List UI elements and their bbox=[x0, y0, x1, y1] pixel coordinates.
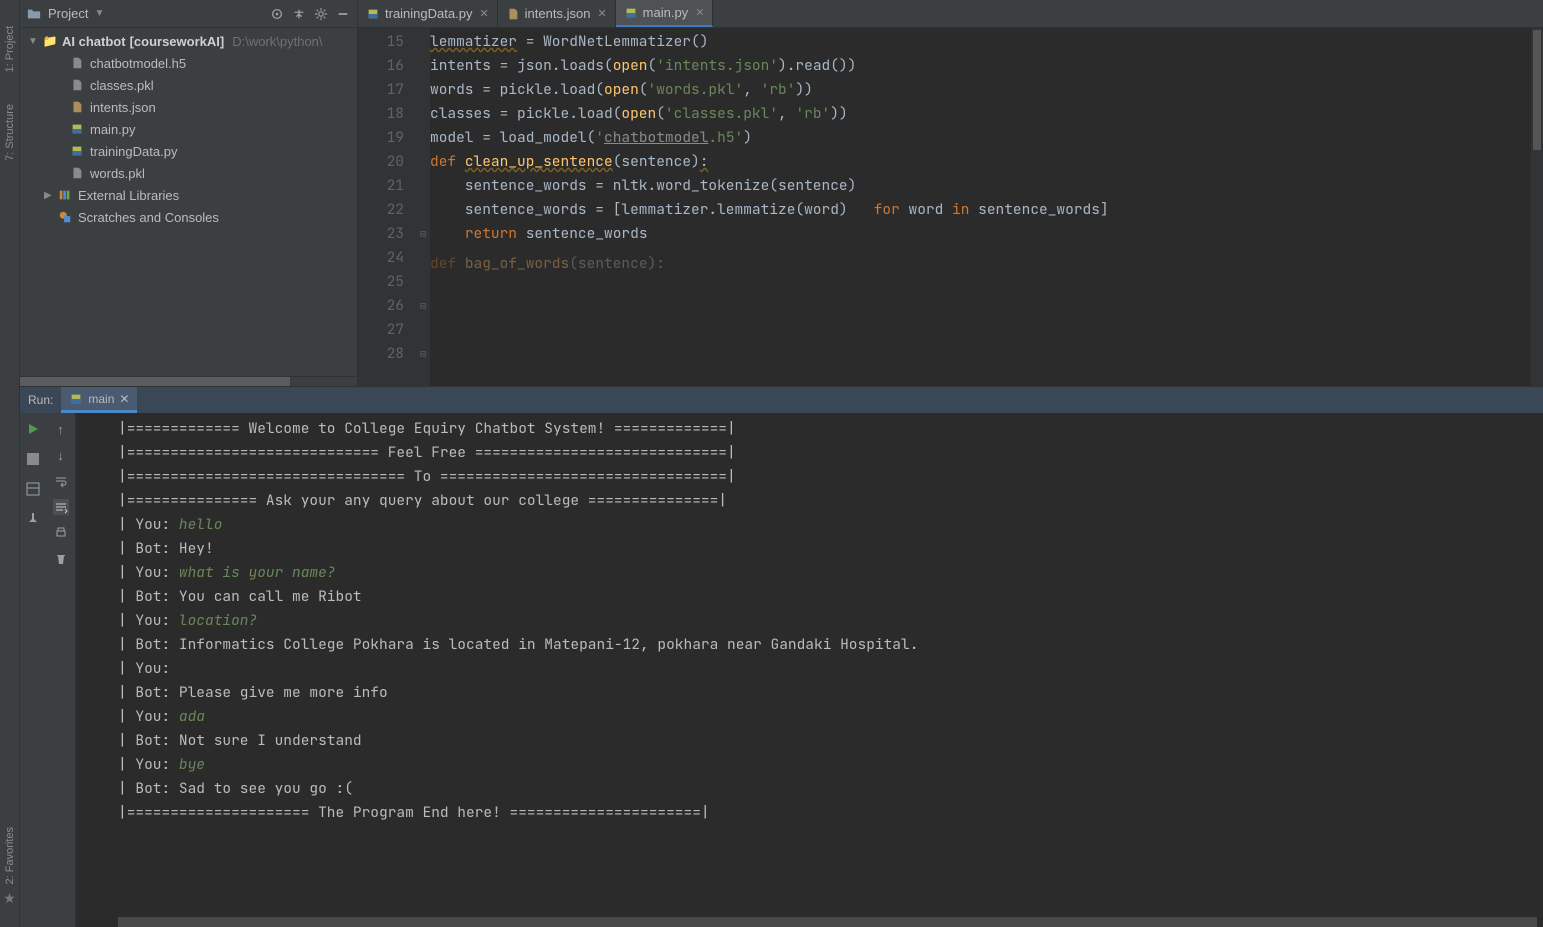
tree-file-words.pkl[interactable]: words.pkl bbox=[20, 162, 357, 184]
chevron-down-icon[interactable]: ▼ bbox=[94, 8, 104, 19]
tool-favorites[interactable]: 2: Favorites bbox=[2, 821, 18, 890]
editor-vscroll[interactable] bbox=[1531, 28, 1543, 386]
close-icon[interactable]: ✕ bbox=[695, 6, 704, 19]
file-icon bbox=[70, 100, 86, 114]
tab-label: intents.json bbox=[525, 6, 591, 21]
project-tree[interactable]: ▼ AI chatbot [courseworkAI] D:\work\pyth… bbox=[20, 28, 357, 376]
editor-project-split: Project ▼ ▼ AI chatbot bbox=[20, 0, 1543, 386]
hide-icon[interactable] bbox=[335, 6, 351, 22]
tree-file-intents.json[interactable]: intents.json bbox=[20, 96, 357, 118]
tab-label: trainingData.py bbox=[385, 6, 472, 21]
scratches-icon bbox=[58, 210, 74, 224]
up-icon[interactable]: ↑ bbox=[53, 421, 69, 437]
run-rail-right: ↑ ↓ bbox=[46, 413, 76, 927]
scratches[interactable]: Scratches and Consoles bbox=[20, 206, 357, 228]
folder-icon bbox=[42, 34, 58, 48]
pin-icon[interactable] bbox=[25, 511, 41, 527]
tree-file-trainingData.py[interactable]: trainingData.py bbox=[20, 140, 357, 162]
console-hscroll[interactable] bbox=[76, 917, 1543, 927]
tab-label: main.py bbox=[643, 5, 689, 20]
project-title: Project bbox=[48, 6, 88, 21]
rerun-icon[interactable] bbox=[25, 421, 41, 437]
line-gutter: 1516171819202122232425262728 bbox=[358, 28, 416, 386]
project-panel: Project ▼ ▼ AI chatbot bbox=[20, 0, 358, 386]
run-panel: Run: main ✕ bbox=[20, 386, 1543, 927]
file-icon bbox=[70, 78, 86, 92]
file-icon bbox=[624, 6, 638, 20]
close-icon[interactable]: ✕ bbox=[479, 7, 488, 20]
tool-project[interactable]: 1: Project bbox=[2, 20, 18, 78]
down-icon[interactable]: ↓ bbox=[53, 447, 69, 463]
close-icon[interactable]: ✕ bbox=[119, 392, 129, 406]
scroll-to-end-icon[interactable] bbox=[53, 499, 69, 515]
left-tool-rail: 1: Project 7: Structure 2: Favorites ★ bbox=[0, 0, 20, 927]
project-header: Project ▼ bbox=[20, 0, 357, 28]
target-icon[interactable] bbox=[269, 6, 285, 22]
project-hscroll[interactable] bbox=[20, 376, 357, 386]
collapse-all-icon[interactable] bbox=[291, 6, 307, 22]
layout-icon[interactable] bbox=[25, 481, 41, 497]
tree-file-chatbotmodel.h5[interactable]: chatbotmodel.h5 bbox=[20, 52, 357, 74]
fold-column[interactable]: ⊟⊟⊟ bbox=[416, 28, 430, 386]
external-libraries[interactable]: ▶ External Libraries bbox=[20, 184, 357, 206]
wrap-icon[interactable] bbox=[53, 473, 69, 489]
run-tab-main[interactable]: main ✕ bbox=[61, 387, 137, 413]
file-icon bbox=[70, 144, 86, 158]
close-icon[interactable]: ✕ bbox=[597, 7, 606, 20]
stop-icon[interactable] bbox=[25, 451, 41, 467]
code-content[interactable]: lemmatizer = WordNetLemmatizer()intents … bbox=[430, 28, 1531, 386]
editor-area[interactable]: 1516171819202122232425262728 ⊟⊟⊟ lemmati… bbox=[358, 28, 1543, 386]
console-output[interactable]: |============= Welcome to College Equiry… bbox=[76, 413, 1543, 917]
run-tab-label: main bbox=[88, 392, 114, 406]
tab-intents.json[interactable]: intents.json ✕ bbox=[498, 0, 616, 27]
editor-side: trainingData.py ✕ intents.json ✕ main.py… bbox=[358, 0, 1543, 386]
file-icon bbox=[70, 122, 86, 136]
run-body: ↑ ↓ |============= Welcome to College Eq… bbox=[20, 413, 1543, 927]
tab-trainingData.py[interactable]: trainingData.py ✕ bbox=[358, 0, 498, 27]
tree-file-main.py[interactable]: main.py bbox=[20, 118, 357, 140]
file-icon bbox=[506, 7, 520, 21]
run-header: Run: main ✕ bbox=[20, 387, 1543, 413]
tool-structure[interactable]: 7: Structure bbox=[2, 98, 18, 167]
project-root[interactable]: ▼ AI chatbot [courseworkAI] D:\work\pyth… bbox=[20, 30, 357, 52]
file-icon bbox=[70, 56, 86, 70]
trash-icon[interactable] bbox=[53, 551, 69, 567]
main-column: Project ▼ ▼ AI chatbot bbox=[20, 0, 1543, 927]
print-icon[interactable] bbox=[53, 525, 69, 541]
star-icon: ★ bbox=[3, 890, 16, 907]
tree-file-classes.pkl[interactable]: classes.pkl bbox=[20, 74, 357, 96]
file-icon bbox=[366, 7, 380, 21]
tab-main.py[interactable]: main.py ✕ bbox=[616, 0, 714, 27]
gear-icon[interactable] bbox=[313, 6, 329, 22]
project-folder-icon bbox=[26, 6, 42, 22]
libraries-icon bbox=[58, 188, 74, 202]
file-icon bbox=[70, 166, 86, 180]
run-rail-left bbox=[20, 413, 46, 927]
run-label: Run: bbox=[20, 393, 61, 407]
editor-tabs: trainingData.py ✕ intents.json ✕ main.py… bbox=[358, 0, 1543, 28]
